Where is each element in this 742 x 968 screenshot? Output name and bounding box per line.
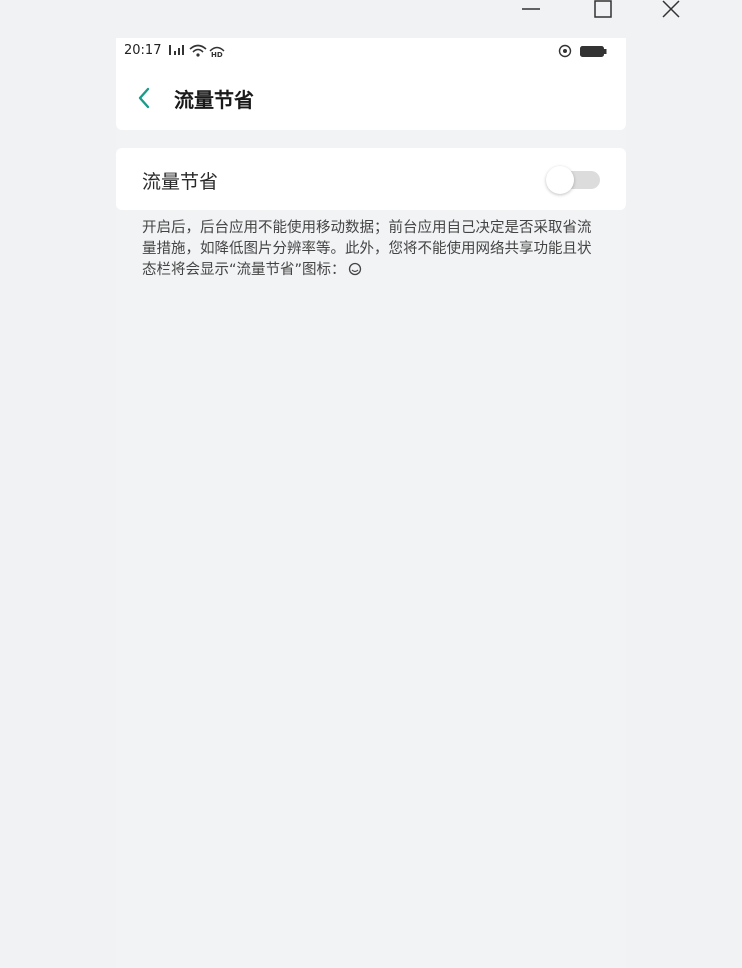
status-right-icons	[558, 44, 618, 58]
data-saver-icon	[348, 262, 361, 276]
status-time: 20:17	[124, 43, 162, 58]
signal-icon	[169, 45, 184, 55]
minimize-button[interactable]	[522, 0, 562, 24]
close-button[interactable]	[662, 0, 702, 24]
toggle-knob	[546, 166, 574, 194]
battery-icon	[580, 46, 607, 57]
maximize-button[interactable]	[594, 0, 634, 24]
chevron-left-icon	[138, 87, 150, 109]
hd-icon: HD	[209, 46, 225, 58]
data-saver-label: 流量节省	[142, 171, 219, 193]
header: 流量节省	[116, 64, 626, 130]
window-controls	[522, 0, 742, 26]
status-bar: 20:17 HD	[116, 38, 626, 64]
wifi-icon	[189, 44, 207, 57]
phone-screen: 20:17 HD 流量节省 流量节省 开启后，后台应用不能使用移动数据；前台应用…	[116, 38, 626, 968]
maximize-icon	[594, 0, 612, 18]
description-text: 开启后，后台应用不能使用移动数据；前台应用自己决定是否采取省流量措施，如降低图片…	[142, 220, 592, 278]
data-saver-description: 开启后，后台应用不能使用移动数据；前台应用自己决定是否采取省流量措施，如降低图片…	[142, 218, 604, 281]
data-saver-toggle[interactable]	[546, 166, 602, 194]
back-button[interactable]	[132, 84, 160, 112]
svg-text:HD: HD	[211, 51, 223, 58]
data-saver-status-icon	[558, 44, 572, 58]
data-saver-setting-row[interactable]: 流量节省	[116, 148, 626, 210]
minimize-icon	[522, 8, 540, 10]
close-icon	[662, 0, 680, 18]
page-title: 流量节省	[174, 88, 254, 112]
